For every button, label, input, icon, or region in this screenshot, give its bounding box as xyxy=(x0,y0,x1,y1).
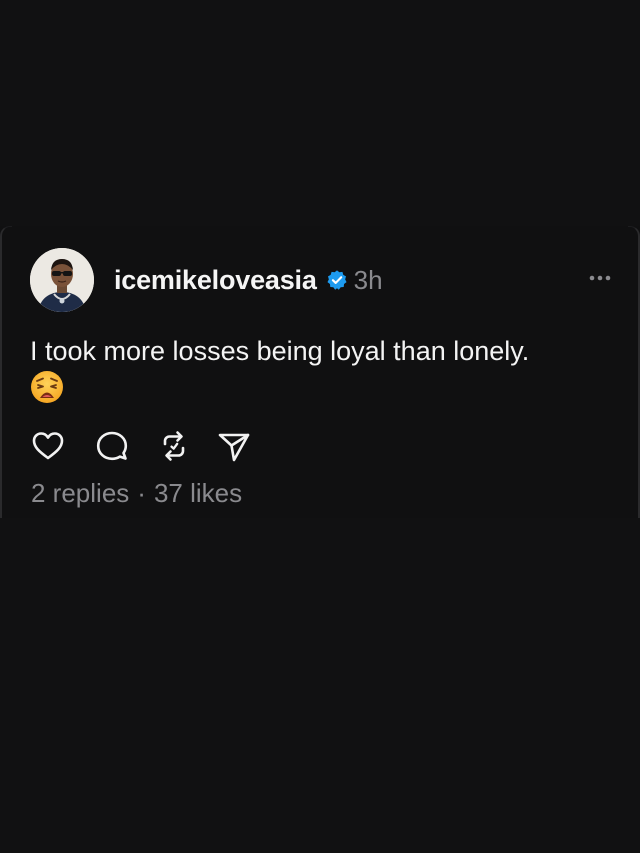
card-right-edge xyxy=(628,226,640,518)
post-timestamp: 3h xyxy=(353,264,383,295)
likes-count[interactable]: 37 likes xyxy=(154,478,242,508)
username[interactable]: icemikeloveasia xyxy=(114,265,317,296)
card-left-edge xyxy=(0,226,12,518)
reply-button[interactable] xyxy=(94,428,130,464)
send-icon xyxy=(218,433,250,462)
post-header: icemikeloveasia 3h xyxy=(114,262,383,298)
replies-count[interactable]: 2 replies xyxy=(31,478,129,508)
heart-icon xyxy=(32,432,64,460)
repost-icon xyxy=(163,431,185,461)
weary-face-emoji xyxy=(30,370,64,404)
avatar[interactable] xyxy=(30,248,94,312)
repost-button[interactable] xyxy=(156,428,192,464)
share-button[interactable] xyxy=(216,428,252,464)
verified-badge-icon xyxy=(326,269,348,291)
like-button[interactable] xyxy=(30,428,66,464)
more-options-icon[interactable] xyxy=(586,268,614,288)
post-stats: 2 replies · 37 likes xyxy=(31,478,242,509)
comment-icon xyxy=(96,431,128,461)
post-text: I took more losses being loyal than lone… xyxy=(30,336,530,366)
stats-separator: · xyxy=(137,478,146,508)
